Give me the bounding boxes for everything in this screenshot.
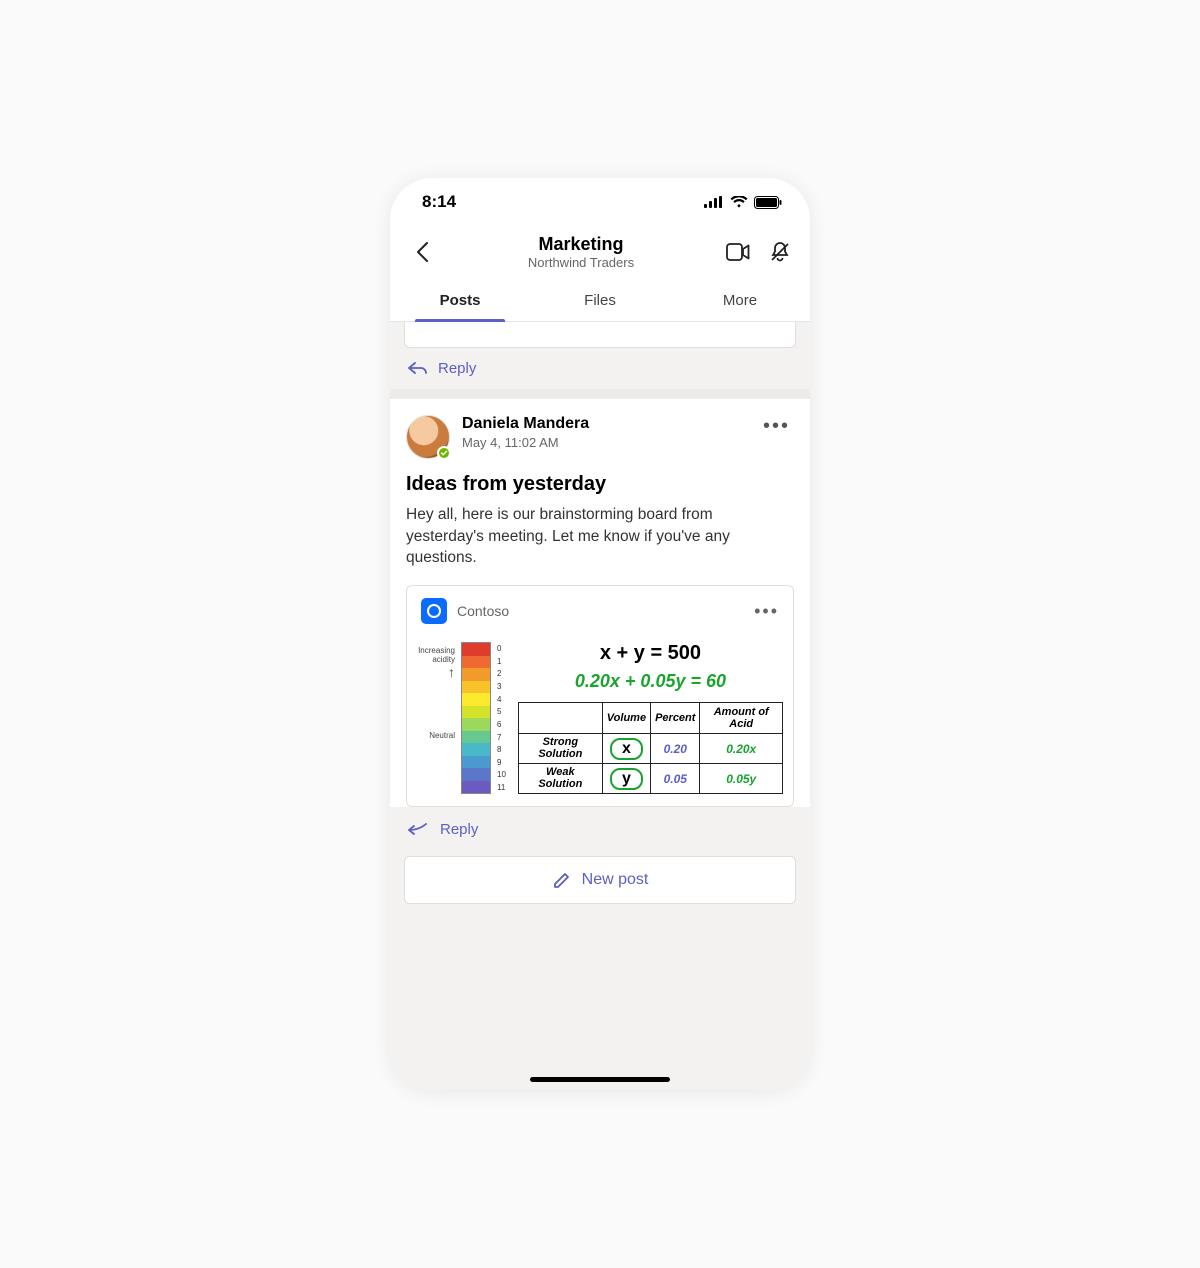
tab-label: Posts [440, 292, 481, 309]
ph-label-neutral: Neutral [429, 731, 455, 740]
channel-feed[interactable]: Reply Daniela Mandera May 4, 11:02 AM ••… [390, 322, 810, 1090]
ph-label-increasing: Increasing acidity [417, 646, 455, 664]
table-row: Strong Solution x 0.20 0.20x [518, 734, 782, 764]
status-time: 8:14 [422, 192, 456, 212]
battery-icon [754, 196, 782, 209]
tab-label: Files [584, 292, 616, 309]
back-button[interactable] [406, 236, 438, 268]
cell-amt: 0.05y [726, 772, 756, 786]
new-post-button[interactable]: New post [404, 856, 796, 904]
new-post-label: New post [582, 871, 649, 889]
channel-title: Marketing [446, 234, 716, 255]
wifi-icon [730, 196, 748, 208]
phone-frame: 8:14 Marketing Northwind Traders [390, 178, 810, 1090]
tab-more[interactable]: More [670, 280, 810, 321]
th-amount: Amount of Acid [700, 703, 783, 734]
post-author: Daniela Mandera [462, 415, 589, 433]
post-body: Hey all, here is our brainstorming board… [406, 504, 794, 569]
post-timestamp: May 4, 11:02 AM [462, 435, 589, 450]
cell-pct: 0.20 [664, 742, 687, 756]
cell-vol: y [610, 768, 643, 790]
reply-label: Reply [438, 360, 476, 377]
ph-ticks: 01234567891011 [497, 642, 506, 794]
nav-bar: Marketing Northwind Traders [390, 226, 810, 280]
th-percent: Percent [651, 703, 700, 734]
equation-1: x + y = 500 [518, 642, 783, 665]
status-bar: 8:14 [390, 178, 810, 226]
reply-button-prev[interactable]: Reply [390, 348, 810, 389]
row-label: Weak Solution [518, 764, 602, 794]
cell-amt: 0.20x [726, 742, 756, 756]
compose-icon [552, 870, 572, 890]
ph-scale [461, 642, 491, 794]
tab-label: More [723, 292, 757, 309]
post: Daniela Mandera May 4, 11:02 AM ••• Idea… [390, 399, 810, 807]
reply-label: Reply [440, 821, 478, 838]
notifications-off-button[interactable] [766, 238, 794, 266]
cellular-icon [704, 196, 724, 208]
row-label: Strong Solution [518, 734, 602, 764]
post-title: Ideas from yesterday [406, 473, 794, 496]
team-subtitle: Northwind Traders [446, 255, 716, 270]
feed-divider [390, 389, 810, 399]
home-indicator [530, 1077, 670, 1082]
avatar[interactable] [406, 415, 450, 459]
tab-files[interactable]: Files [530, 280, 670, 321]
presence-available-icon [437, 446, 451, 460]
app-icon [421, 598, 447, 624]
equation-2: 0.20x + 0.05y = 60 [518, 671, 783, 692]
app-name: Contoso [457, 603, 509, 619]
whiteboard-image: Increasing acidity ↑ Neutral 01234567891… [407, 636, 793, 806]
table-row: Weak Solution y 0.05 0.05y [518, 764, 782, 794]
post-more-button[interactable]: ••• [759, 415, 794, 438]
previous-post-peek [404, 322, 796, 348]
reply-curved-icon [408, 823, 430, 837]
solution-table: Volume Percent Amount of Acid Strong Sol… [518, 702, 783, 794]
reply-arrow-icon [408, 362, 428, 376]
cell-vol: x [610, 738, 643, 760]
nav-title-block: Marketing Northwind Traders [446, 234, 716, 270]
adaptive-card[interactable]: Contoso ••• Increasing acidity ↑ Neutral [406, 585, 794, 807]
tab-posts[interactable]: Posts [390, 280, 530, 321]
card-more-button[interactable]: ••• [754, 601, 779, 622]
cell-pct: 0.05 [664, 772, 687, 786]
meet-button[interactable] [724, 238, 752, 266]
th-volume: Volume [602, 703, 650, 734]
reply-button[interactable]: Reply [390, 807, 810, 852]
tab-bar: Posts Files More [390, 280, 810, 322]
